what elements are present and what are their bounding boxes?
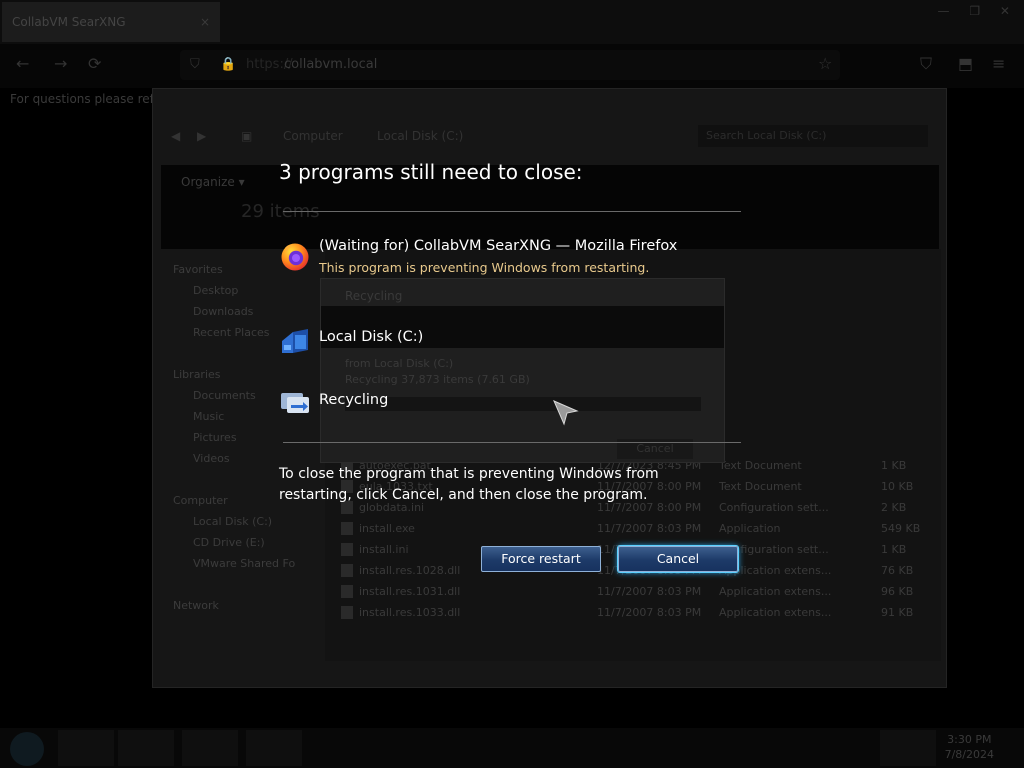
file-icon [341,606,353,619]
file-size: 549 KB [881,522,921,535]
force-restart-button[interactable]: Force restart [481,546,601,572]
extensions-icon[interactable]: ⬒ [958,54,973,73]
breadcrumb-local-disk[interactable]: Local Disk (C:) [377,129,463,143]
file-size: 1 KB [881,459,907,472]
recycling-from-text: from Local Disk (C:) [345,357,454,370]
nav-item-cd-drive[interactable]: CD Drive (E:) [173,532,323,553]
program-name: Local Disk (C:) [319,329,424,345]
clock-date: 7/8/2024 [944,748,994,761]
program-name: (Waiting for) CollabVM SearXNG — Mozilla… [319,238,678,254]
table-row[interactable]: install.res.1031.dll 11/7/2007 8:03 PM A… [341,581,931,602]
dialog-title: 3 programs still need to close: [279,160,583,184]
mouse-cursor-icon [553,400,579,426]
recycling-dialog-title: Recycling [345,289,403,303]
close-icon[interactable]: × [200,2,210,42]
file-icon [341,564,353,577]
file-date: 11/7/2007 8:03 PM [597,585,702,598]
file-icon [341,543,353,556]
taskbar-folder-button[interactable] [118,730,174,766]
clock-time: 3:30 PM [947,733,992,746]
url-host: collabvm.local [284,57,378,72]
menu-icon[interactable]: ≡ [992,54,1005,73]
clock[interactable]: 3:30 PM 7/8/2024 [945,732,994,762]
file-type: Text Document [719,459,802,472]
nav-item-local-disk[interactable]: Local Disk (C:) [173,511,323,532]
browser-tab[interactable]: CollabVM SearXNG × [2,2,220,42]
file-type: Application extens... [719,606,832,619]
file-date: 11/7/2007 8:03 PM [597,522,702,535]
lock-icon: 🔒 [220,57,237,72]
table-row[interactable]: install.res.1033.dll 11/7/2007 8:03 PM A… [341,602,931,623]
navigation-pane: Favorites Desktop Downloads Recent Place… [173,259,323,616]
bookmark-star-icon[interactable]: ☆ [818,54,832,73]
back-arrow-icon[interactable]: ← [16,54,29,73]
program-status: This program is preventing Windows from … [319,260,650,275]
nav-item-downloads[interactable]: Downloads [173,301,323,322]
file-name: install.res.1028.dll [359,564,461,577]
file-type: Configuration sett... [719,501,829,514]
organize-button[interactable]: Organize ▾ [181,175,245,189]
nav-item-pictures[interactable]: Pictures [173,427,323,448]
file-size: 10 KB [881,480,914,493]
recycling-icon [281,393,309,413]
file-size: 96 KB [881,585,914,598]
file-name: install.res.1031.dll [359,585,461,598]
file-type: Application [719,522,781,535]
back-arrow-icon[interactable]: ◀ [171,129,180,143]
nav-network[interactable]: Network [173,595,323,616]
program-name: Recycling [319,392,389,408]
start-orb-icon[interactable] [10,732,44,766]
browser-tab-title: CollabVM SearXNG [12,15,126,29]
dimmed-desktop: CollabVM SearXNG × — ❐ ✕ ← → ⟳ ⛉ 🔒 https… [0,0,1024,768]
computer-icon: ▣ [241,129,253,143]
file-icon [341,585,353,598]
forward-arrow-icon[interactable]: ▶ [197,129,206,143]
file-type: Application extens... [719,585,832,598]
shield-icon: ⛉ [190,57,200,72]
window-controls[interactable]: — ❐ ✕ [938,4,1018,18]
reload-icon[interactable]: ⟳ [88,54,101,73]
forward-arrow-icon[interactable]: → [54,54,67,73]
tray-icons[interactable] [880,730,936,766]
taskbar-explorer-button[interactable] [58,730,114,766]
taskbar: 3:30 PM 7/8/2024 [0,728,1024,768]
firefox-icon [281,243,309,271]
taskbar-firefox-button[interactable] [246,730,302,766]
search-input[interactable]: Search Local Disk (C:) [698,125,928,147]
pocket-icon[interactable]: ⛉ [920,54,932,74]
file-size: 91 KB [881,606,914,619]
cancel-button[interactable]: Cancel [618,546,738,572]
file-date: 11/7/2007 8:03 PM [597,606,702,619]
breadcrumb-computer[interactable]: Computer [283,129,343,143]
file-name: install.res.1033.dll [359,606,461,619]
url-bar[interactable]: ⛉ 🔒 https:// collabvm.local [180,50,840,80]
browser-tab-bar: CollabVM SearXNG × — ❐ ✕ [0,0,1024,44]
file-size: 76 KB [881,564,914,577]
dialog-message: To close the program that is preventing … [279,466,659,503]
file-type: Text Document [719,480,802,493]
file-icon [341,522,353,535]
recycling-progress-bar [345,397,701,411]
nav-item-desktop[interactable]: Desktop [173,280,323,301]
divider [283,442,741,443]
file-size: 1 KB [881,543,907,556]
file-size: 2 KB [881,501,907,514]
file-name: install.exe [359,522,415,535]
explorer-icon [282,329,308,353]
table-row[interactable]: install.exe 11/7/2007 8:03 PM Applicatio… [341,518,931,539]
taskbar-ie-button[interactable] [182,730,238,766]
nav-libraries[interactable]: Libraries [173,364,323,385]
divider [283,211,741,212]
file-name: install.ini [359,543,409,556]
recycling-progress-dialog: Recycling from Local Disk (C:) Recycling… [320,278,725,463]
nav-item-vmware-shared[interactable]: VMware Shared Fo [173,553,323,574]
recycling-count-text: Recycling 37,873 items (7.61 GB) [345,373,530,386]
